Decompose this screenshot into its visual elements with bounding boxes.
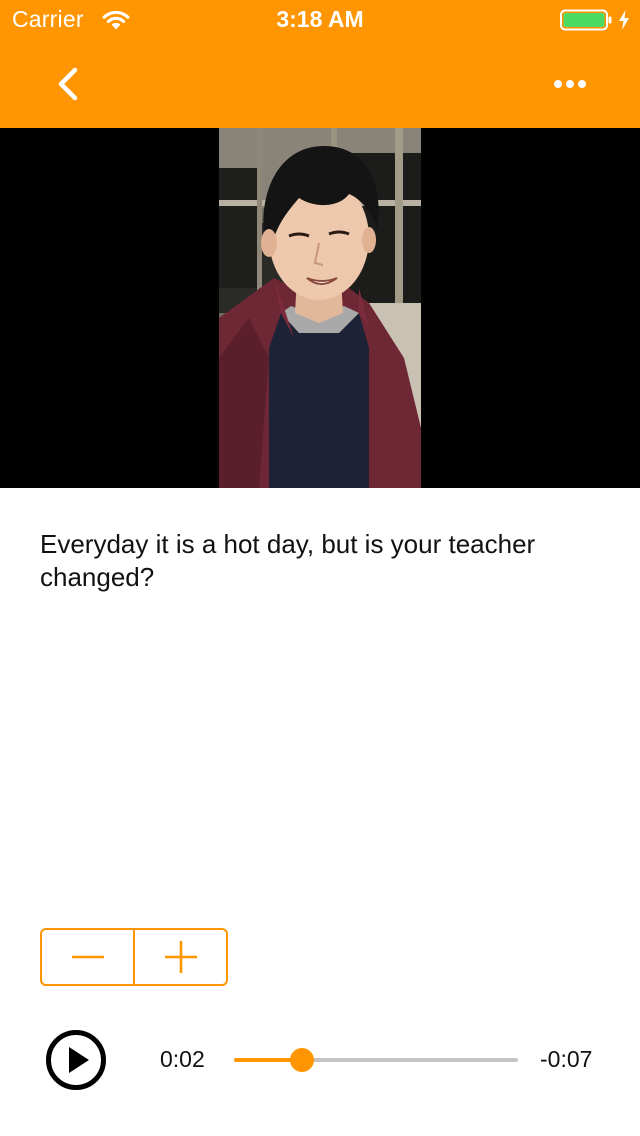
battery-level-fill bbox=[563, 13, 605, 27]
back-button[interactable] bbox=[40, 56, 96, 112]
play-button[interactable] bbox=[44, 1028, 108, 1092]
plus-icon bbox=[164, 941, 197, 973]
navigation-bar bbox=[0, 40, 640, 128]
decrement-button[interactable] bbox=[42, 930, 133, 984]
status-time: 3:18 AM bbox=[276, 6, 364, 32]
elapsed-time: 0:02 bbox=[160, 1046, 205, 1072]
playback-stepper bbox=[40, 928, 228, 986]
remaining-time: -0:07 bbox=[540, 1046, 593, 1072]
chevron-left-icon bbox=[58, 67, 78, 101]
top-bar: Carrier 3:18 AM bbox=[0, 0, 640, 128]
more-options-button[interactable] bbox=[540, 56, 600, 112]
video-frame-person bbox=[219, 128, 421, 488]
video-player[interactable] bbox=[0, 128, 640, 488]
caption-text: Everyday it is a hot day, but is your te… bbox=[40, 529, 536, 592]
increment-button[interactable] bbox=[133, 930, 226, 984]
playback-slider[interactable] bbox=[234, 1046, 518, 1074]
charging-bolt-icon bbox=[619, 10, 629, 30]
ellipsis-icon bbox=[554, 80, 586, 88]
play-icon bbox=[46, 1030, 106, 1090]
minus-icon bbox=[71, 955, 104, 959]
status-bar: Carrier 3:18 AM bbox=[0, 0, 640, 40]
slider-thumb[interactable] bbox=[290, 1048, 315, 1072]
